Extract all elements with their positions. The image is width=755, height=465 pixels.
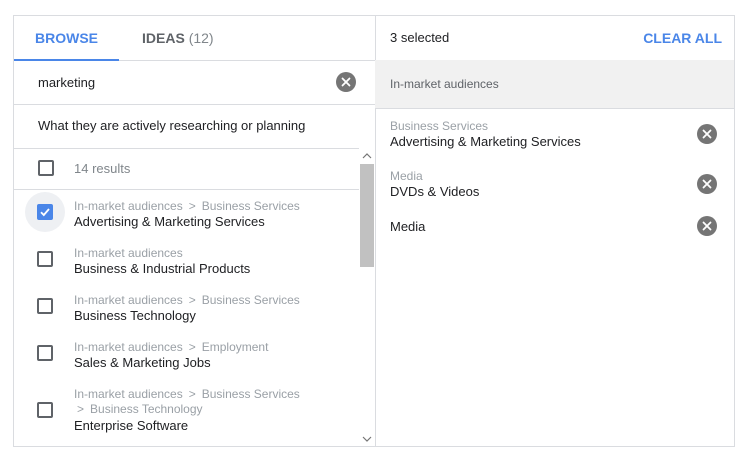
crumb-part: Employment xyxy=(201,340,269,354)
results-scrollbar[interactable] xyxy=(359,148,375,446)
item-breadcrumb: In-market audiences > Employment xyxy=(74,340,268,354)
item-breadcrumb: In-market audiences xyxy=(74,246,183,260)
clear-all-button[interactable]: CLEAR ALL xyxy=(643,16,722,60)
crumb-part: In-market audiences xyxy=(74,293,183,307)
chevron-down-icon[interactable] xyxy=(362,435,372,443)
item-breadcrumb: In-market audiences > Business Services xyxy=(74,387,300,401)
item-checkbox[interactable] xyxy=(37,298,53,314)
item-checkbox[interactable] xyxy=(37,402,53,418)
crumb-separator: > xyxy=(188,387,196,401)
close-circle-icon[interactable] xyxy=(697,174,717,194)
select-all-checkbox[interactable] xyxy=(38,160,54,176)
selected-item-name: Media xyxy=(390,219,426,234)
crumb-separator: > xyxy=(188,199,196,213)
tab-ideas[interactable]: IDEAS (12) xyxy=(142,16,214,60)
crumb-separator: > xyxy=(188,293,196,307)
close-circle-icon[interactable] xyxy=(336,72,356,92)
crumb-part: In-market audiences xyxy=(74,340,183,354)
group-label: In-market audiences xyxy=(390,77,499,91)
crumb-part: Business Services xyxy=(201,293,300,307)
item-name: Advertising & Marketing Services xyxy=(74,214,265,229)
close-circle-icon[interactable] xyxy=(697,216,717,236)
crumb-part: Business Technology xyxy=(90,402,203,416)
selection-group-header: In-market audiences xyxy=(375,60,734,109)
chevron-up-icon[interactable] xyxy=(362,152,372,160)
results-count: 14 results xyxy=(74,161,131,176)
selected-item-name: DVDs & Videos xyxy=(390,184,480,199)
crumb-part: In-market audiences xyxy=(74,199,183,213)
results-header: 14 results xyxy=(14,148,359,190)
selected-item: Media xyxy=(375,206,734,246)
check-icon xyxy=(40,208,50,217)
item-checkbox[interactable] xyxy=(37,345,53,361)
search-input[interactable] xyxy=(38,70,318,94)
crumb-separator: > xyxy=(188,340,196,354)
tab-ideas-count: (12) xyxy=(188,30,214,46)
selection-header: 3 selected CLEAR ALL xyxy=(375,16,734,61)
category-filter-label: What they are actively researching or pl… xyxy=(38,118,306,133)
tab-browse-label: BROWSE xyxy=(35,30,98,46)
selected-item-breadcrumb: Media xyxy=(390,169,423,183)
browse-pane: BROWSE IDEAS (12) What they are actively… xyxy=(14,16,376,446)
category-filter[interactable]: What they are actively researching or pl… xyxy=(14,104,375,149)
crumb-part: In-market audiences xyxy=(74,246,183,260)
tab-bar: BROWSE IDEAS (12) xyxy=(14,16,375,61)
item-checkbox[interactable] xyxy=(37,204,53,220)
selected-item: Media DVDs & Videos xyxy=(375,160,734,206)
crumb-part: Business Services xyxy=(201,199,300,213)
item-checkbox[interactable] xyxy=(37,251,53,267)
crumb-part: Business Services xyxy=(201,387,300,401)
selected-count: 3 selected xyxy=(390,30,450,45)
list-item[interactable]: In-market audiences > Business Services Bu… xyxy=(14,283,359,330)
scrollbar-thumb[interactable] xyxy=(360,164,374,267)
item-name: Enterprise Software xyxy=(74,418,189,433)
item-breadcrumb-continued: > Business Technology xyxy=(77,402,203,416)
tab-browse[interactable]: BROWSE xyxy=(14,16,119,61)
item-name: Business & Industrial Products xyxy=(74,261,251,276)
selected-item-name: Advertising & Marketing Services xyxy=(390,134,581,149)
crumb-part: In-market audiences xyxy=(74,387,183,401)
crumb-separator: > xyxy=(77,402,85,416)
search-row xyxy=(14,60,375,105)
item-name: Business Technology xyxy=(74,308,196,323)
item-breadcrumb: In-market audiences > Business Services xyxy=(74,293,300,307)
selected-item-breadcrumb: Business Services xyxy=(390,119,489,133)
list-item[interactable]: In-market audiences Business & Industria… xyxy=(14,236,359,283)
audience-picker-panel: BROWSE IDEAS (12) What they are actively… xyxy=(13,15,735,447)
list-item[interactable]: In-market audiences > Employment Sales & M… xyxy=(14,330,359,377)
close-circle-icon[interactable] xyxy=(697,124,717,144)
item-name: Sales & Marketing Jobs xyxy=(74,355,211,370)
tab-ideas-label: IDEAS xyxy=(142,30,185,46)
list-item[interactable]: In-market audiences > Business Services Ad… xyxy=(14,189,359,236)
item-breadcrumb: In-market audiences > Business Services xyxy=(74,199,300,213)
selection-pane: 3 selected CLEAR ALL In-market audiences… xyxy=(375,16,734,446)
selected-item: Business Services Advertising & Marketin… xyxy=(375,108,734,160)
list-item[interactable]: In-market audiences > Business Services > B… xyxy=(14,377,359,446)
